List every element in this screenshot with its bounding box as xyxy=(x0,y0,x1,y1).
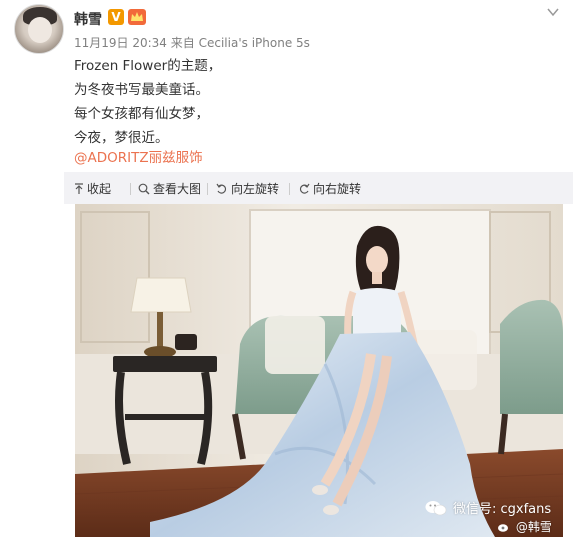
rotate-left-label: 向左旋转 xyxy=(231,182,280,196)
post-line: 每个女孩都有仙女梦， xyxy=(74,106,209,122)
image-toolbar: 收起 查看大图 向左旋转 向右旋转 xyxy=(64,172,573,204)
post-line: 为冬夜书写最美童话。 xyxy=(74,82,209,98)
view-large-label: 查看大图 xyxy=(153,182,202,196)
rotate-right-label: 向右旋转 xyxy=(313,182,362,196)
post-source: Cecilia's iPhone 5s xyxy=(198,36,310,50)
mention-link[interactable]: @ADORITZ丽兹服饰 xyxy=(74,146,203,166)
search-icon xyxy=(138,183,150,194)
rotate-right-icon xyxy=(299,183,310,194)
wechat-icon xyxy=(425,500,447,515)
post-photo[interactable] xyxy=(75,204,563,537)
view-large-button[interactable]: 查看大图 xyxy=(138,180,201,197)
divider xyxy=(289,183,290,195)
source-prefix: 来自 xyxy=(170,36,195,50)
wechat-id: 微信号: cgxfans xyxy=(453,502,552,517)
weibo-icon xyxy=(498,524,508,532)
rotate-left-icon xyxy=(216,183,227,194)
chevron-down-icon[interactable] xyxy=(547,7,559,17)
user-name[interactable]: 韩雪 xyxy=(74,9,102,29)
collapse-arrow-icon xyxy=(75,182,83,194)
post-line: Frozen Flower的主题， xyxy=(74,58,222,74)
avatar[interactable] xyxy=(14,4,64,54)
verified-icon: V xyxy=(108,9,124,25)
crown-icon xyxy=(128,9,146,25)
collapse-button[interactable]: 收起 xyxy=(74,180,111,197)
weibo-watermark: @韩雪 xyxy=(498,518,552,535)
weibo-handle: @韩雪 xyxy=(515,520,552,534)
post-meta: 11月19日 20:34 来自 Cecilia's iPhone 5s xyxy=(74,34,310,51)
rotate-right-button[interactable]: 向右旋转 xyxy=(298,180,361,197)
rotate-left-button[interactable]: 向左旋转 xyxy=(216,180,279,197)
post-text: Frozen Flower的主题， 为冬夜书写最美童话。 每个女孩都有仙女梦， … xyxy=(74,54,221,150)
post-time[interactable]: 11月19日 20:34 xyxy=(74,36,167,50)
divider xyxy=(207,183,208,195)
wechat-watermark: 微信号: cgxfans xyxy=(425,498,551,517)
collapse-label: 收起 xyxy=(87,182,112,196)
divider xyxy=(130,183,131,195)
